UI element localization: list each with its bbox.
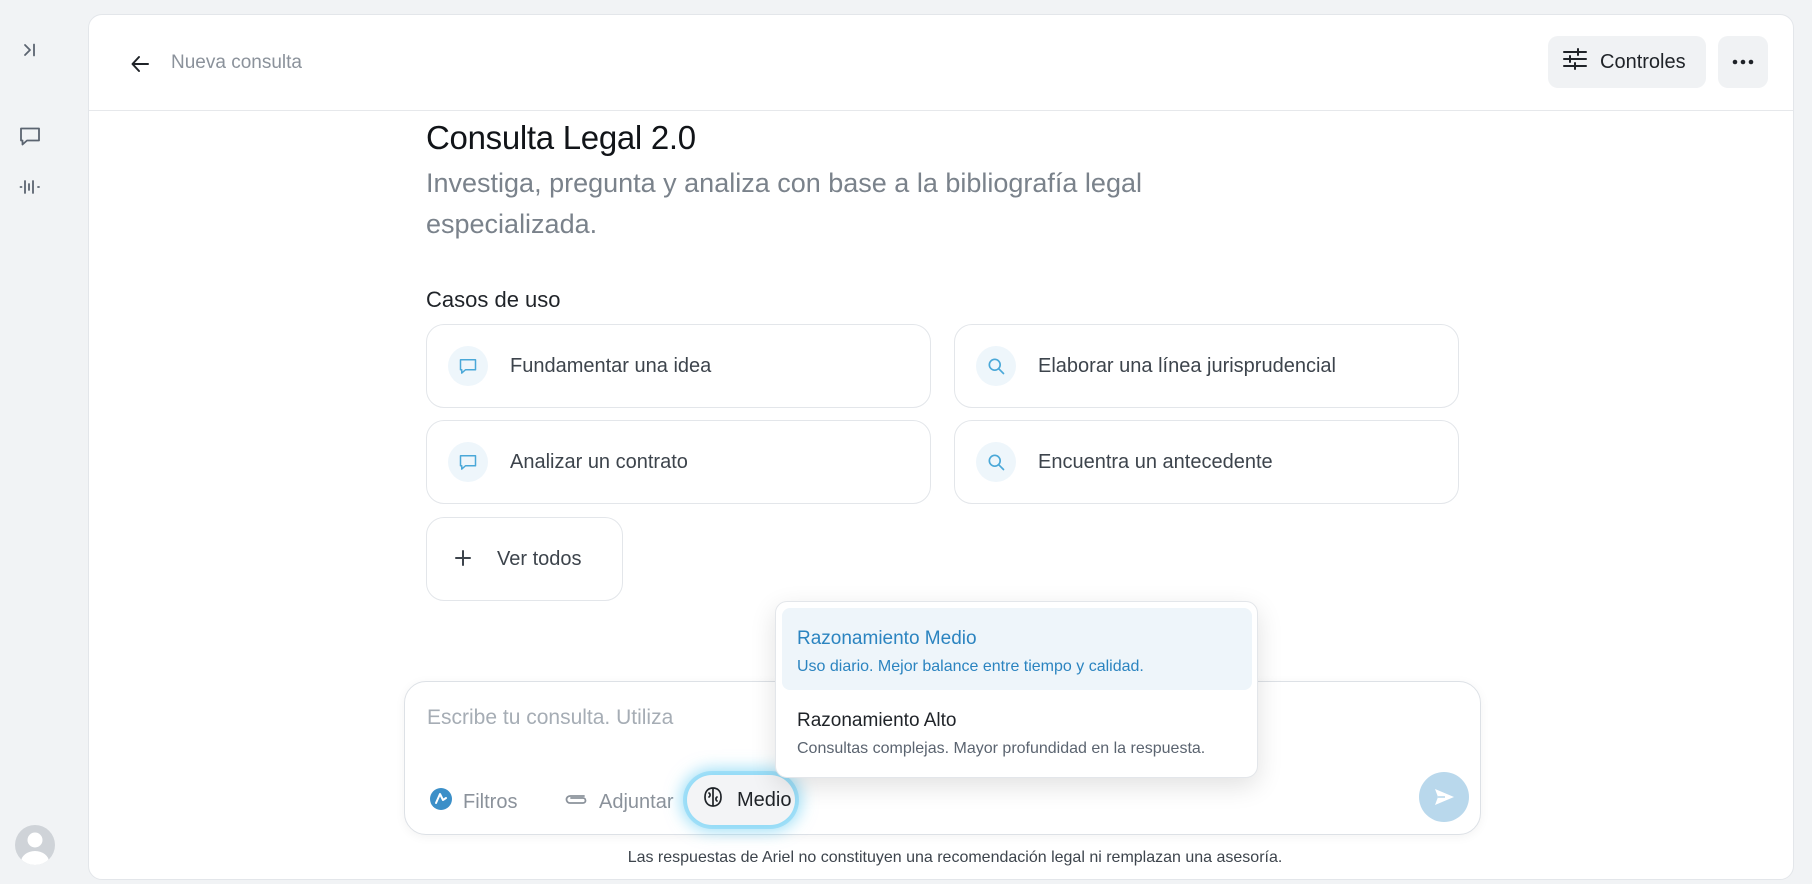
- paperclip-icon: [563, 787, 589, 817]
- use-case-card[interactable]: Elaborar una línea jurisprudencial: [954, 324, 1459, 408]
- option-title: Razonamiento Medio: [797, 628, 977, 649]
- use-case-card[interactable]: Fundamentar una idea: [426, 324, 931, 408]
- use-case-label: Analizar un contrato: [510, 450, 688, 473]
- hero-subtitle: Investiga, pregunta y analiza con base a…: [426, 168, 1142, 239]
- filters-icon: [429, 787, 453, 817]
- option-description: Uso diario. Mejor balance entre tiempo y…: [797, 658, 1144, 675]
- chat-bubble-icon: [448, 346, 488, 386]
- sliders-icon: [1562, 47, 1588, 77]
- view-all-button[interactable]: Ver todos: [426, 517, 623, 601]
- brain-icon: [701, 785, 725, 815]
- option-reasoning-alto[interactable]: Razonamiento Alto Consultas complejas. M…: [782, 690, 1252, 772]
- send-icon: [1435, 789, 1454, 805]
- page-title: Nueva consulta: [171, 52, 302, 73]
- main-panel: Nueva consulta Controles Consulta Legal …: [88, 14, 1794, 880]
- use-cases-heading: Casos de uso: [426, 287, 561, 312]
- audio-waveform-icon[interactable]: [14, 171, 46, 203]
- filters-button[interactable]: Filtros: [429, 784, 517, 820]
- reasoning-level-button[interactable]: Medio: [687, 775, 795, 825]
- more-options-button[interactable]: [1718, 36, 1768, 88]
- reasoning-level-label: Medio: [737, 788, 792, 811]
- search-icon: [976, 442, 1016, 482]
- user-avatar-icon[interactable]: [15, 825, 55, 865]
- controls-label: Controles: [1600, 50, 1686, 73]
- send-button[interactable]: [1419, 772, 1469, 822]
- back-button[interactable]: [125, 49, 155, 79]
- arrow-left-icon: [131, 56, 149, 72]
- use-case-label: Fundamentar una idea: [510, 354, 712, 377]
- expand-sidebar-icon[interactable]: [14, 34, 46, 66]
- use-case-card[interactable]: Analizar un contrato: [426, 420, 931, 504]
- option-title: Razonamiento Alto: [797, 710, 957, 731]
- option-description: Consultas complejas. Mayor profundidad e…: [797, 740, 1206, 757]
- use-case-card[interactable]: Encuentra un antecedente: [954, 420, 1459, 504]
- attach-label: Adjuntar: [599, 790, 674, 813]
- hero-title: Consulta Legal 2.0: [426, 119, 696, 156]
- attach-button[interactable]: Adjuntar: [563, 784, 674, 820]
- left-rail: [0, 0, 88, 884]
- use-case-label: Encuentra un antecedente: [1038, 450, 1273, 473]
- chat-bubble-icon[interactable]: [14, 120, 46, 152]
- disclaimer-text: Las respuestas de Ariel no constituyen u…: [627, 849, 1283, 866]
- reasoning-dropdown: Razonamiento Medio Uso diario. Mejor bal…: [775, 601, 1258, 778]
- plus-icon: [453, 545, 473, 573]
- more-horizontal-icon: [1732, 59, 1754, 65]
- top-bar: Nueva consulta Controles: [89, 15, 1793, 111]
- search-icon: [976, 346, 1016, 386]
- query-input[interactable]: Escribe tu consulta. Utiliza: [427, 706, 673, 730]
- use-case-label: Elaborar una línea jurisprudencial: [1038, 354, 1336, 377]
- view-all-label: Ver todos: [497, 547, 582, 570]
- option-reasoning-medio[interactable]: Razonamiento Medio Uso diario. Mejor bal…: [782, 608, 1252, 690]
- chat-bubble-icon: [448, 442, 488, 482]
- controls-button[interactable]: Controles: [1548, 36, 1706, 88]
- filters-label: Filtros: [463, 790, 518, 813]
